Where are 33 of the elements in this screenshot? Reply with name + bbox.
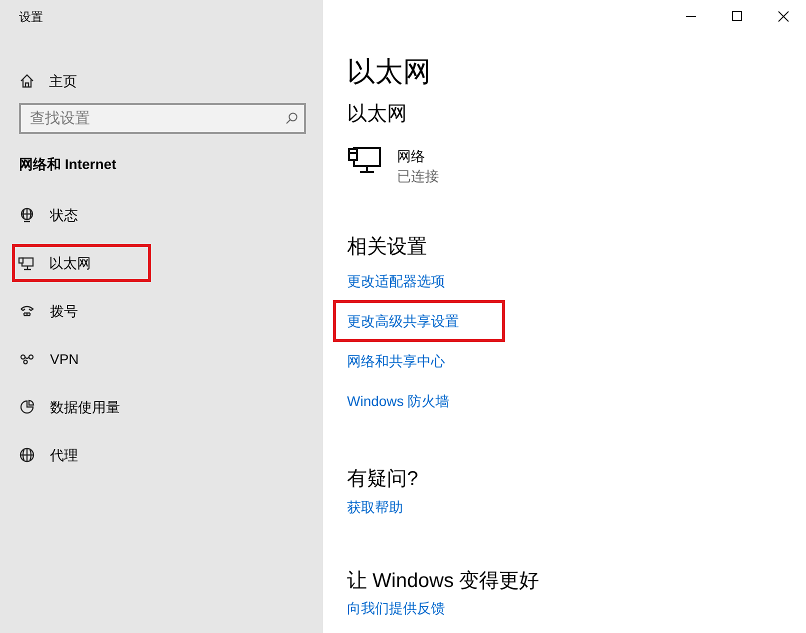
feedback-link[interactable]: 向我们提供反馈 xyxy=(347,598,445,618)
network-name: 网络 xyxy=(397,147,425,166)
close-icon xyxy=(778,10,788,22)
monitor-icon xyxy=(18,255,34,271)
search-field[interactable]: 查找设置 xyxy=(19,103,306,134)
globe-icon xyxy=(19,447,35,463)
globe-monitor-icon xyxy=(19,207,35,223)
section-heading: 网络和 Internet xyxy=(19,155,116,174)
section-heading: 以太网 xyxy=(347,102,407,127)
nav-item[interactable]: 数据使用量 xyxy=(19,383,120,431)
settings-link[interactable]: Windows 防火墙 xyxy=(347,391,450,411)
nav-item[interactable]: 代理 xyxy=(19,431,78,479)
network-drawing xyxy=(347,146,381,174)
settings-link[interactable]: 更改适配器选项 xyxy=(347,271,445,291)
search-icon xyxy=(285,112,298,125)
phone-icon xyxy=(19,303,35,319)
home-item[interactable]: 主页 xyxy=(19,69,77,93)
network-status: 已连接 xyxy=(397,167,439,186)
section-heading: 相关设置 xyxy=(347,235,427,260)
nav-item[interactable]: 拨号 xyxy=(19,287,78,335)
help-link[interactable]: 获取帮助 xyxy=(347,497,403,517)
section-heading: 让 Windows 变得更好 xyxy=(347,569,540,594)
settings-link[interactable]: 网络和共享中心 xyxy=(347,351,445,371)
nav-item[interactable]: VPN xyxy=(19,335,79,383)
home-icon xyxy=(19,73,35,89)
section-heading: 有疑问? xyxy=(347,467,418,492)
page-title: 以太网 xyxy=(347,55,431,89)
window-title: 设置 xyxy=(19,9,43,26)
settings-link[interactable]: 更改高级共享设置 xyxy=(347,311,459,331)
nav-item[interactable]: 以太网 xyxy=(18,247,91,279)
pie-chart-icon xyxy=(19,399,35,415)
nav-item[interactable]: 状态 xyxy=(19,191,78,239)
maximize-icon xyxy=(732,11,742,21)
